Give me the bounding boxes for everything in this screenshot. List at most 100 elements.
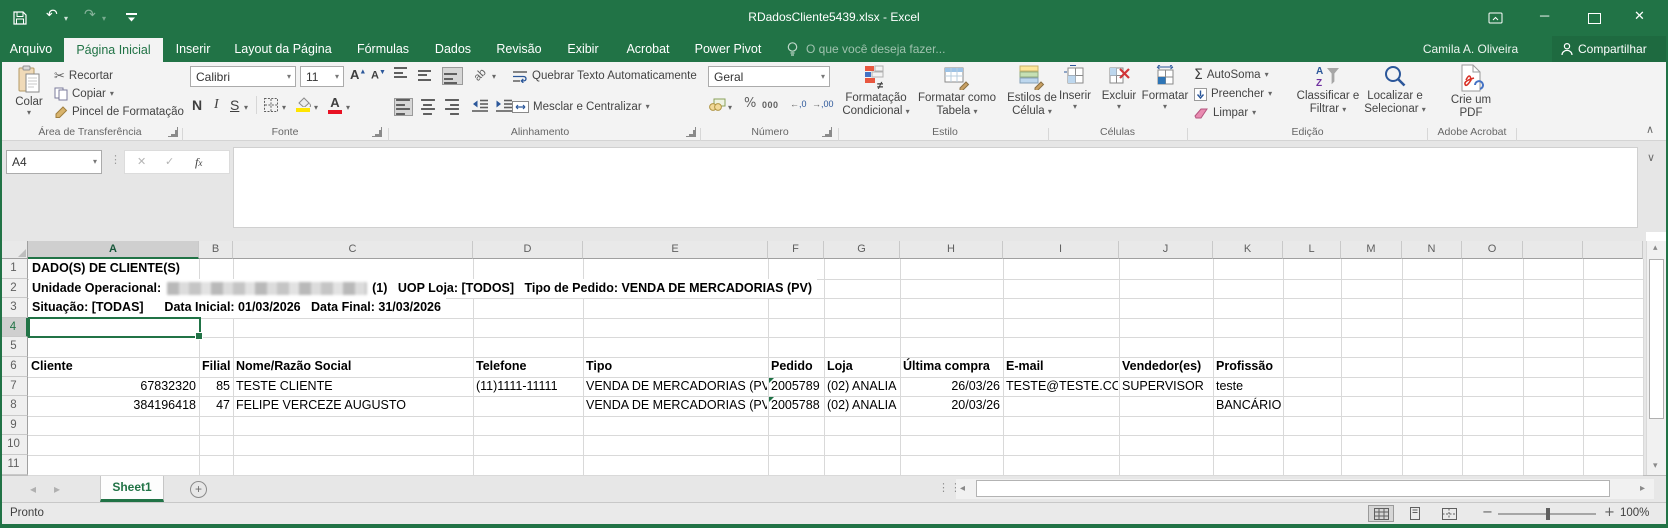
tab-view[interactable]: Exibir [556,36,610,62]
horizontal-scrollbar[interactable]: ◂ ▸ [956,479,1654,499]
ribbon-display-options-icon[interactable] [1488,12,1503,24]
table-cell[interactable]: 2005789 [769,377,823,397]
table-cell[interactable]: 67832320 [29,377,198,397]
row-header-1[interactable]: 1 [0,259,28,279]
increase-font-size-button[interactable]: A▲ [350,67,366,82]
formula-bar-splitter[interactable]: ⋮ [110,154,121,165]
table-cell[interactable]: 26/03/26 [901,377,1002,397]
column-header-A[interactable]: A [28,241,199,259]
increase-indent-icon[interactable] [496,99,512,112]
alignment-dialog-launcher-icon[interactable] [686,127,696,137]
table-header-cell[interactable]: Tipo [584,357,767,377]
table-cell[interactable]: 384196418 [29,396,198,416]
conditional-formatting-button[interactable]: ≠ Formatação Condicional ▾ [840,64,912,118]
align-top-button[interactable] [394,67,411,83]
delete-cells-button[interactable]: Excluir ▾ [1098,65,1140,111]
collapse-ribbon-icon[interactable]: ∧ [1646,124,1654,135]
table-cell[interactable]: (02) ANALIA [825,396,899,416]
align-center-button[interactable] [420,99,435,115]
align-middle-button[interactable] [418,67,435,83]
table-cell[interactable]: 85 [200,377,232,397]
vertical-scrollbar[interactable]: ▴ ▾ [1646,241,1666,475]
maximize-button[interactable] [1588,13,1601,24]
row-header-6[interactable]: 6 [0,357,28,377]
cancel-icon[interactable]: ✕ [137,156,146,167]
autosum-button[interactable]: Σ AutoSoma ▾ [1194,66,1269,84]
format-painter-button[interactable]: Pincel de Formatação [54,103,184,121]
font-size-combobox[interactable]: 11▾ [300,66,344,87]
row-header-3[interactable]: 3 [0,298,28,318]
tab-acrobat[interactable]: Acrobat [616,36,680,62]
accounting-dropdown-icon[interactable]: ▾ [728,104,732,112]
zoom-slider-thumb[interactable] [1546,508,1550,520]
font-color-dropdown-icon[interactable]: ▾ [346,104,350,112]
table-cell[interactable]: (02) ANALIA [825,377,899,397]
prev-sheet-icon[interactable]: ◂ [30,483,36,495]
find-select-button[interactable]: Localizar e Selecionar ▾ [1364,64,1426,116]
create-pdf-button[interactable]: Crie um PDF [1440,64,1502,120]
orientation-icon[interactable]: ab [472,66,489,83]
next-sheet-icon[interactable]: ▸ [54,483,60,495]
decrease-font-size-button[interactable]: A▼ [371,69,386,82]
formula-input[interactable] [233,147,1638,228]
sheet-tab-active[interactable]: Sheet1 [100,476,164,502]
column-header-C[interactable]: C [233,241,473,259]
tab-insert[interactable]: Inserir [164,36,222,62]
zoom-level[interactable]: 100% [1620,507,1649,519]
vertical-scrollbar-thumb[interactable] [1649,259,1664,419]
align-bottom-button[interactable] [442,67,463,85]
tab-file[interactable]: Arquivo [0,36,62,62]
zoom-in-button[interactable]: + [1604,506,1615,519]
page-break-view-button[interactable] [1436,505,1462,522]
fill-color-button[interactable] [296,96,311,112]
tab-power-pivot[interactable]: Power Pivot [686,36,770,62]
tab-formulas[interactable]: Fórmulas [344,36,422,62]
signed-in-user[interactable]: Camila A. Oliveira [1398,42,1543,56]
italic-button[interactable]: I [214,97,219,113]
scroll-right-icon[interactable]: ▸ [1640,484,1645,494]
table-cell[interactable]: teste [1214,377,1282,397]
column-header-M[interactable]: M [1341,241,1402,259]
name-box[interactable]: A4▾ [6,150,102,174]
cell-A2[interactable]: Unidade Operacional: (1) UOP Loja: [TODO… [29,279,817,299]
table-cell[interactable]: 2005788 [769,396,823,416]
enter-icon[interactable]: ✓ [165,156,174,167]
scroll-left-icon[interactable]: ◂ [960,484,965,494]
font-dialog-launcher-icon[interactable] [372,127,382,137]
share-button[interactable]: Compartilhar [1552,36,1668,62]
merge-center-button[interactable]: Mesclar e Centralizar ▾ [512,98,650,116]
percent-style-button[interactable]: % [744,97,756,110]
align-left-button[interactable] [394,98,413,116]
font-name-combobox[interactable]: Calibri▾ [190,66,296,87]
column-header-H[interactable]: H [900,241,1003,259]
underline-dropdown-icon[interactable]: ▾ [244,104,248,112]
page-layout-view-button[interactable] [1402,505,1428,522]
fill-color-dropdown-icon[interactable]: ▾ [314,104,318,112]
table-cell[interactable]: VENDA DE MERCADORIAS (PV) [584,396,767,416]
row-header-5[interactable]: 5 [0,337,28,357]
column-header-L[interactable]: L [1283,241,1341,259]
column-header-blank-16[interactable] [1583,241,1643,259]
table-header-cell[interactable]: Loja [825,357,899,377]
clipboard-dialog-launcher-icon[interactable] [168,127,178,137]
tab-review[interactable]: Revisão [488,36,550,62]
table-cell[interactable]: SUPERVISOR [1120,377,1212,397]
format-as-table-button[interactable]: Formatar como Tabela ▾ [914,64,1000,118]
column-header-I[interactable]: I [1003,241,1119,259]
expand-formula-bar-icon[interactable]: ∨ [1647,152,1655,163]
row-header-9[interactable]: 9 [0,416,28,436]
column-header-K[interactable]: K [1213,241,1283,259]
copy-button[interactable]: Copiar ▾ [54,85,114,103]
table-cell[interactable]: 47 [200,396,232,416]
column-header-F[interactable]: F [768,241,824,259]
decrease-decimal-icon[interactable]: →,00 [812,99,834,109]
bold-button[interactable]: N [192,97,202,113]
selection-fill-handle[interactable] [195,332,203,340]
table-cell[interactable]: 20/03/26 [901,396,1002,416]
row-header-8[interactable]: 8 [0,396,28,416]
table-cell[interactable]: VENDA DE MERCADORIAS (PV) [584,377,767,397]
tab-page-layout[interactable]: Layout da Página [228,36,338,62]
column-header-E[interactable]: E [583,241,768,259]
insert-cells-button[interactable]: Inserir ▾ [1054,65,1096,111]
table-header-cell[interactable]: Filial [200,357,232,377]
